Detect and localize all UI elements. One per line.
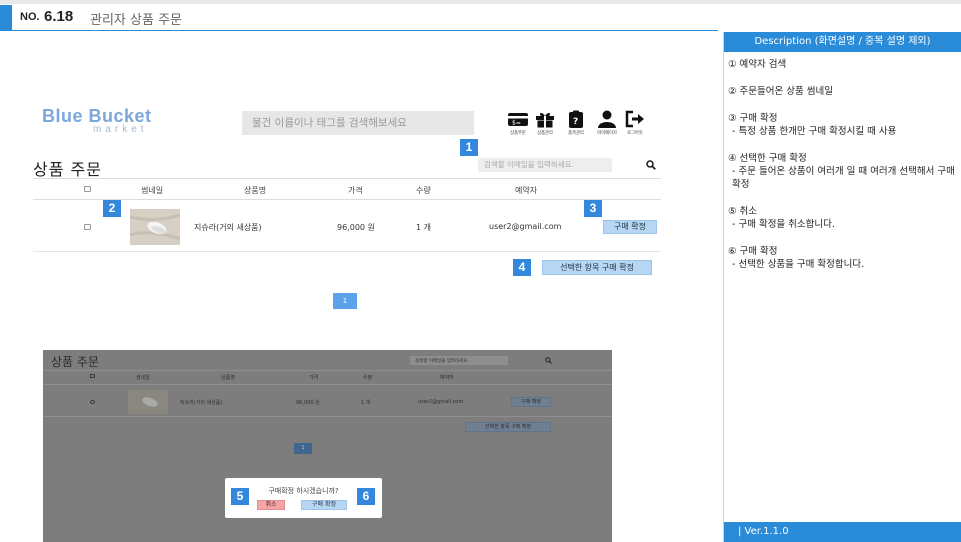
product-name: 지슈라(거의 새상품) <box>194 223 262 232</box>
site-logo-sub: market <box>93 124 148 135</box>
description-item: ⑤ 취소 - 구매 확정을 취소합니다. <box>728 205 961 231</box>
clipboard-question-icon: ? <box>569 110 583 128</box>
modal-cancel-button[interactable]: 취소 <box>257 500 285 510</box>
modal-state-screenshot: 상품 주문 검색할 이메일을 입력하세요. 썸네일 상품명 가격 수량 예약자 … <box>43 350 612 542</box>
modal-confirm-button[interactable]: 구매 확정 <box>301 500 347 510</box>
dimmed-search-placeholder: 검색할 이메일을 입력하세요. <box>415 359 469 364</box>
dimmed-confirm-button: 구매 확정 <box>511 397 551 407</box>
nav-item-items[interactable]: ? 품목관리 <box>561 110 591 136</box>
column-header: 예약자 <box>515 186 538 195</box>
description-item-detail: - 구매 확정을 취소합니다. <box>732 219 835 230</box>
nav-item-mypage[interactable]: 마이페이지 <box>592 110 622 136</box>
product-quantity: 1 개 <box>416 223 431 232</box>
column-header: 상품명 <box>244 186 267 195</box>
nav-label: 로그아웃 <box>627 131 643 136</box>
dimmed-column-header: 상품명 <box>221 375 235 381</box>
dimmed-page-title: 상품 주문 <box>51 355 99 369</box>
column-header: 썸네일 <box>141 186 164 195</box>
nav-label: 상품주문 <box>510 131 526 136</box>
header-top-strip <box>0 0 961 4</box>
select-all-checkbox[interactable] <box>84 186 91 192</box>
column-header: 가격 <box>348 186 363 195</box>
dimmed-reserver-email: user2@gmail.com <box>418 399 464 405</box>
table-header: 썸네일 상품명 가격 수량 예약자 <box>33 178 661 200</box>
product-search-input[interactable]: 물건 이름이나 태그를 검색해보세요 <box>242 111 474 135</box>
dimmed-header-line <box>43 370 612 371</box>
callout-badge-4: 4 <box>513 259 531 276</box>
description-item-title: ⑥ 구매 확정 <box>728 246 778 257</box>
logout-icon <box>625 110 644 128</box>
callout-badge-2: 2 <box>103 200 121 217</box>
header-screen-number: 6.18 <box>44 8 74 25</box>
nav-label: 마이페이지 <box>597 131 617 136</box>
callout-badge-5: 5 <box>231 488 249 505</box>
nav-label: 상품관리 <box>537 131 553 136</box>
description-item-detail: - 주문 들어온 상품이 여러개 일 때 여러개 선택해서 구매 확정 <box>732 166 955 190</box>
description-item: ② 주문들어온 상품 썸네일 <box>728 85 961 98</box>
mouse-photo-image <box>130 209 180 245</box>
description-title: Description (화면설명 / 중복 설명 제외) <box>724 32 961 52</box>
dimmed-product-name: 지슈라(거의 새상품) <box>180 400 223 406</box>
dimmed-product-price: 96,000 원 <box>296 400 320 406</box>
description-item-title: ② 주문들어온 상품 썸네일 <box>728 86 833 97</box>
header-screen-title: 관리자 상품 주문 <box>90 13 182 28</box>
dimmed-product-quantity: 1 개 <box>361 400 371 406</box>
nav-item-logout[interactable]: 로그아웃 <box>620 110 650 136</box>
svg-text:$=: $= <box>512 120 521 127</box>
description-panel: Description (화면설명 / 중복 설명 제외) ① 예약자 검색 ②… <box>723 32 961 542</box>
nav-item-products[interactable]: 상품관리 <box>530 110 560 136</box>
header-no-label: NO. <box>20 11 40 23</box>
svg-text:?: ? <box>573 117 578 127</box>
description-item: ⑥ 구매 확정 - 선택한 상품을 구매 확정합니다. <box>728 245 961 271</box>
user-icon <box>598 110 616 128</box>
pagination-page[interactable]: 1 <box>333 293 357 309</box>
dimmed-column-header: 예약자 <box>440 375 454 381</box>
description-item-title: ③ 구매 확정 <box>728 113 778 124</box>
dimmed-mouse-photo-image <box>142 397 158 407</box>
header-accent-bar <box>0 5 12 31</box>
header-divider <box>12 30 718 31</box>
confirm-selected-button[interactable]: 선택한 항목 구매 확정 <box>542 260 652 275</box>
search-icon[interactable] <box>646 160 656 170</box>
reserver-email: user2@gmail.com <box>489 222 562 231</box>
confirm-purchase-button[interactable]: 구매 확정 <box>603 220 657 234</box>
description-list: ① 예약자 검색 ② 주문들어온 상품 썸네일 ③ 구매 확정 - 특정 상품 … <box>724 52 961 271</box>
gift-icon <box>536 112 554 128</box>
version-footer: | Ver.1.1.0 <box>724 522 961 542</box>
dimmed-product-thumbnail <box>128 390 168 414</box>
dimmed-header-line <box>43 384 612 385</box>
dimmed-select-all-checkbox <box>90 374 95 378</box>
page-title: 상품 주문 <box>33 160 102 179</box>
card-icon: $= <box>508 113 528 127</box>
description-item: ③ 구매 확정 - 특정 상품 한개만 구매 확정시킬 때 사용 <box>728 112 961 138</box>
description-item-title: ⑤ 취소 <box>728 206 758 217</box>
description-item-title: ① 예약자 검색 <box>728 59 787 70</box>
dimmed-column-header: 가격 <box>309 375 319 381</box>
nav-label: 품목관리 <box>568 131 584 136</box>
dimmed-search-icon <box>545 357 552 364</box>
column-header: 수량 <box>416 186 431 195</box>
description-item-detail: - 특정 상품 한개만 구매 확정시킬 때 사용 <box>732 126 897 137</box>
dimmed-pagination-page: 1 <box>294 443 312 454</box>
reserver-search-input[interactable]: 검색할 이메일을 입력하세요. <box>478 158 612 172</box>
description-item: ④ 선택한 구매 확정 - 주문 들어온 상품이 여러개 일 때 여러개 선택해… <box>728 152 961 191</box>
description-item-detail: - 선택한 상품을 구매 확정합니다. <box>732 259 865 270</box>
callout-badge-3: 3 <box>584 200 602 217</box>
product-thumbnail[interactable] <box>130 209 180 245</box>
callout-badge-6: 6 <box>357 488 375 505</box>
table-row: 지슈라(거의 새상품) 96,000 원 1 개 user2@gmail.com… <box>33 202 661 252</box>
description-item-title: ④ 선택한 구매 확정 <box>728 153 807 164</box>
callout-badge-1: 1 <box>460 139 478 156</box>
nav-item-orders[interactable]: $= 상품주문 <box>503 110 533 136</box>
dimmed-confirm-selected-button: 선택한 항목 구매 확정 <box>465 422 551 432</box>
dimmed-column-header: 수량 <box>363 375 373 381</box>
dimmed-column-header: 썸네일 <box>136 375 150 381</box>
row-checkbox[interactable] <box>84 224 91 230</box>
dimmed-row-line <box>43 416 612 417</box>
description-item: ① 예약자 검색 <box>728 58 961 71</box>
doc-header: NO. 6.18 관리자 상품 주문 <box>0 0 961 32</box>
product-price: 96,000 원 <box>337 223 375 232</box>
dimmed-row-checkbox <box>90 400 95 404</box>
